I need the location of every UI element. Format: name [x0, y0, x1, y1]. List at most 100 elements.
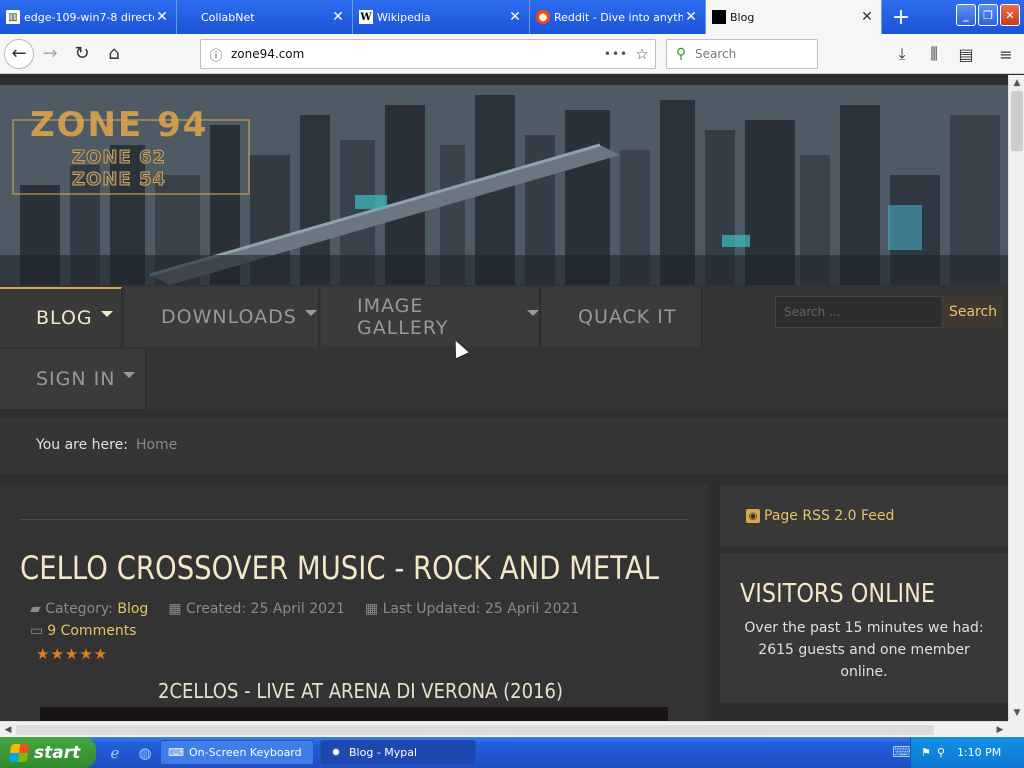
- article-title[interactable]: CELLO CROSSOVER MUSIC - ROCK AND METAL: [20, 549, 659, 587]
- system-tray: ⚑ ⚲ 1:10 PM: [910, 737, 1024, 768]
- comments-count[interactable]: 9 Comments: [47, 623, 136, 639]
- divider: [20, 519, 688, 520]
- downloads-icon[interactable]: ⤓: [890, 42, 914, 66]
- chevron-down-icon: [123, 372, 136, 378]
- menu-item-image-gallery[interactable]: IMAGE GALLERY: [321, 287, 540, 347]
- start-button[interactable]: start: [0, 737, 96, 768]
- bookmark-star-icon[interactable]: ☆: [629, 45, 655, 63]
- scroll-thumb[interactable]: [1011, 91, 1023, 151]
- article-meta: ▰ Category: Blog ▦ Created: 25 April 202…: [30, 601, 579, 617]
- close-tab-icon[interactable]: ✕: [859, 9, 875, 25]
- tab-label: edge-109-win7-8 directo: [24, 10, 154, 24]
- horizontal-scrollbar[interactable]: ◀ ▶: [0, 721, 1008, 737]
- menu-item-downloads[interactable]: DOWNLOADS: [125, 287, 319, 347]
- scroll-right-icon[interactable]: ▶: [992, 722, 1008, 738]
- scroll-down-icon[interactable]: ▼: [1009, 705, 1024, 721]
- keyboard-icon: ⌨: [168, 746, 184, 759]
- category-label: Category:: [45, 601, 113, 617]
- tab-label: CollabNet: [201, 10, 255, 24]
- site-logo[interactable]: ZONE 94: [30, 105, 208, 145]
- info-icon[interactable]: ⓘ: [201, 45, 231, 64]
- start-label: start: [34, 742, 81, 763]
- calendar-icon: ▦: [364, 601, 379, 617]
- comments-link[interactable]: ▭ 9 Comments: [30, 623, 136, 639]
- tab-label: Reddit - Dive into anyth: [554, 10, 683, 24]
- tab-reddit[interactable]: ● Reddit - Dive into anyth ✕: [530, 0, 706, 34]
- video-embed[interactable]: [40, 707, 668, 721]
- close-tab-icon[interactable]: ✕: [507, 9, 523, 25]
- address-bar[interactable]: ⓘ zone94.com ••• ☆: [200, 39, 656, 69]
- site-search-button[interactable]: Search: [943, 296, 1003, 328]
- menu-item-label: BLOG: [36, 307, 93, 329]
- library-icon[interactable]: ⫼: [922, 42, 946, 66]
- firefox-icon[interactable]: ◍: [134, 742, 156, 764]
- tab-bar: ▥ edge-109-win7-8 directo ✕ CollabNet ✕ …: [0, 0, 1024, 34]
- back-button[interactable]: ←: [4, 38, 34, 69]
- library-icon: ▥: [6, 10, 20, 24]
- calendar-icon: ▦: [168, 601, 182, 617]
- network-icon[interactable]: ⚑: [921, 746, 931, 759]
- close-window-button[interactable]: ✕: [1000, 4, 1020, 26]
- restore-button[interactable]: ❐: [978, 4, 998, 26]
- navigation-bar: ← → ↻ ⌂ ⓘ zone94.com ••• ☆ ⚲ Search ⤓ ⫼ …: [0, 34, 1024, 74]
- scroll-up-icon[interactable]: ▲: [1009, 75, 1024, 91]
- vertical-scrollbar[interactable]: ▲ ▼: [1008, 75, 1024, 721]
- category-link[interactable]: Blog: [117, 601, 148, 617]
- url-text[interactable]: zone94.com: [231, 47, 603, 61]
- taskbar: start ℯ ◍ ⌨ On-Screen Keyboard ✹ Blog - …: [0, 737, 1024, 768]
- tab-collabnet[interactable]: CollabNet ✕: [177, 0, 353, 34]
- scrollbar-corner: [1008, 721, 1024, 737]
- logo-subtitle-line: ZONE 54: [71, 169, 167, 191]
- breadcrumb: You are here: Home: [0, 417, 1008, 473]
- close-tab-icon[interactable]: ✕: [154, 9, 170, 25]
- internet-explorer-icon[interactable]: ℯ: [104, 742, 126, 764]
- menu-icon[interactable]: ≡: [994, 42, 1018, 66]
- task-label: Blog - Mypal: [349, 746, 418, 759]
- taskbar-on-screen-keyboard[interactable]: ⌨ On-Screen Keyboard: [160, 740, 314, 765]
- search-tray-icon[interactable]: ⚲: [937, 746, 945, 759]
- main-menu: BLOG DOWNLOADS IMAGE GALLERY QUACK IT SI…: [0, 285, 1008, 409]
- wikipedia-icon: W: [359, 10, 373, 24]
- category-field: ▰ Category: Blog: [30, 601, 148, 617]
- menu-item-label: IMAGE GALLERY: [357, 295, 449, 339]
- star-rating[interactable]: ★★★★★: [36, 645, 108, 663]
- reload-button[interactable]: ↻: [66, 38, 98, 70]
- minimize-button[interactable]: _: [956, 4, 976, 26]
- window-controls: _ ❐ ✕: [956, 4, 1020, 26]
- search-icon: ⚲: [675, 46, 687, 62]
- scroll-left-icon[interactable]: ◀: [0, 722, 16, 738]
- breadcrumb-home-link[interactable]: Home: [136, 437, 177, 453]
- scroll-thumb[interactable]: [16, 725, 934, 735]
- search-input[interactable]: ⚲ Search: [666, 39, 818, 69]
- search-placeholder: Search: [695, 47, 737, 61]
- page-actions-icon[interactable]: •••: [603, 47, 629, 61]
- chevron-down-icon: [304, 310, 317, 316]
- comment-icon: ▭: [30, 623, 44, 639]
- close-tab-icon[interactable]: ✕: [683, 9, 699, 25]
- forward-button[interactable]: →: [34, 38, 66, 70]
- tab-blog[interactable]: Blog ✕: [706, 0, 882, 34]
- new-tab-button[interactable]: +: [882, 0, 920, 34]
- close-tab-icon[interactable]: ✕: [330, 9, 346, 25]
- logo-subtitle: ZONE 62 ZONE 54: [71, 147, 167, 191]
- visitors-text: Over the past 15 minutes we had: 2615 gu…: [744, 620, 984, 680]
- video-title: 2CELLOS - LIVE AT ARENA DI VERONA (2016): [158, 679, 564, 703]
- menu-item-label: SIGN IN: [36, 368, 116, 390]
- menu-item-blog[interactable]: BLOG: [0, 287, 122, 347]
- screen: ▥ edge-109-win7-8 directo ✕ CollabNet ✕ …: [0, 0, 1024, 768]
- menu-item-quack-it[interactable]: QUACK IT: [542, 287, 702, 347]
- windows-logo-icon: [8, 743, 30, 762]
- reddit-icon: ●: [536, 10, 550, 24]
- menu-item-sign-in[interactable]: SIGN IN: [0, 349, 146, 409]
- tab-wikipedia[interactable]: W Wikipedia ✕: [353, 0, 530, 34]
- site-search-placeholder: Search ...: [784, 305, 841, 319]
- sidebar-icon[interactable]: ▤: [954, 42, 978, 66]
- site-search-input[interactable]: Search ...: [775, 296, 943, 328]
- home-button[interactable]: ⌂: [98, 38, 130, 70]
- tab-edge-directory[interactable]: ▥ edge-109-win7-8 directo ✕: [0, 0, 177, 34]
- chevron-down-icon: [100, 311, 113, 317]
- created-date: Created: 25 April 2021: [185, 601, 345, 617]
- rss-feed-link[interactable]: Page RSS 2.0 Feed: [764, 508, 894, 524]
- created-field: ▦ Created: 25 April 2021: [168, 601, 345, 617]
- taskbar-blog-mypal[interactable]: ✹ Blog - Mypal: [320, 740, 476, 765]
